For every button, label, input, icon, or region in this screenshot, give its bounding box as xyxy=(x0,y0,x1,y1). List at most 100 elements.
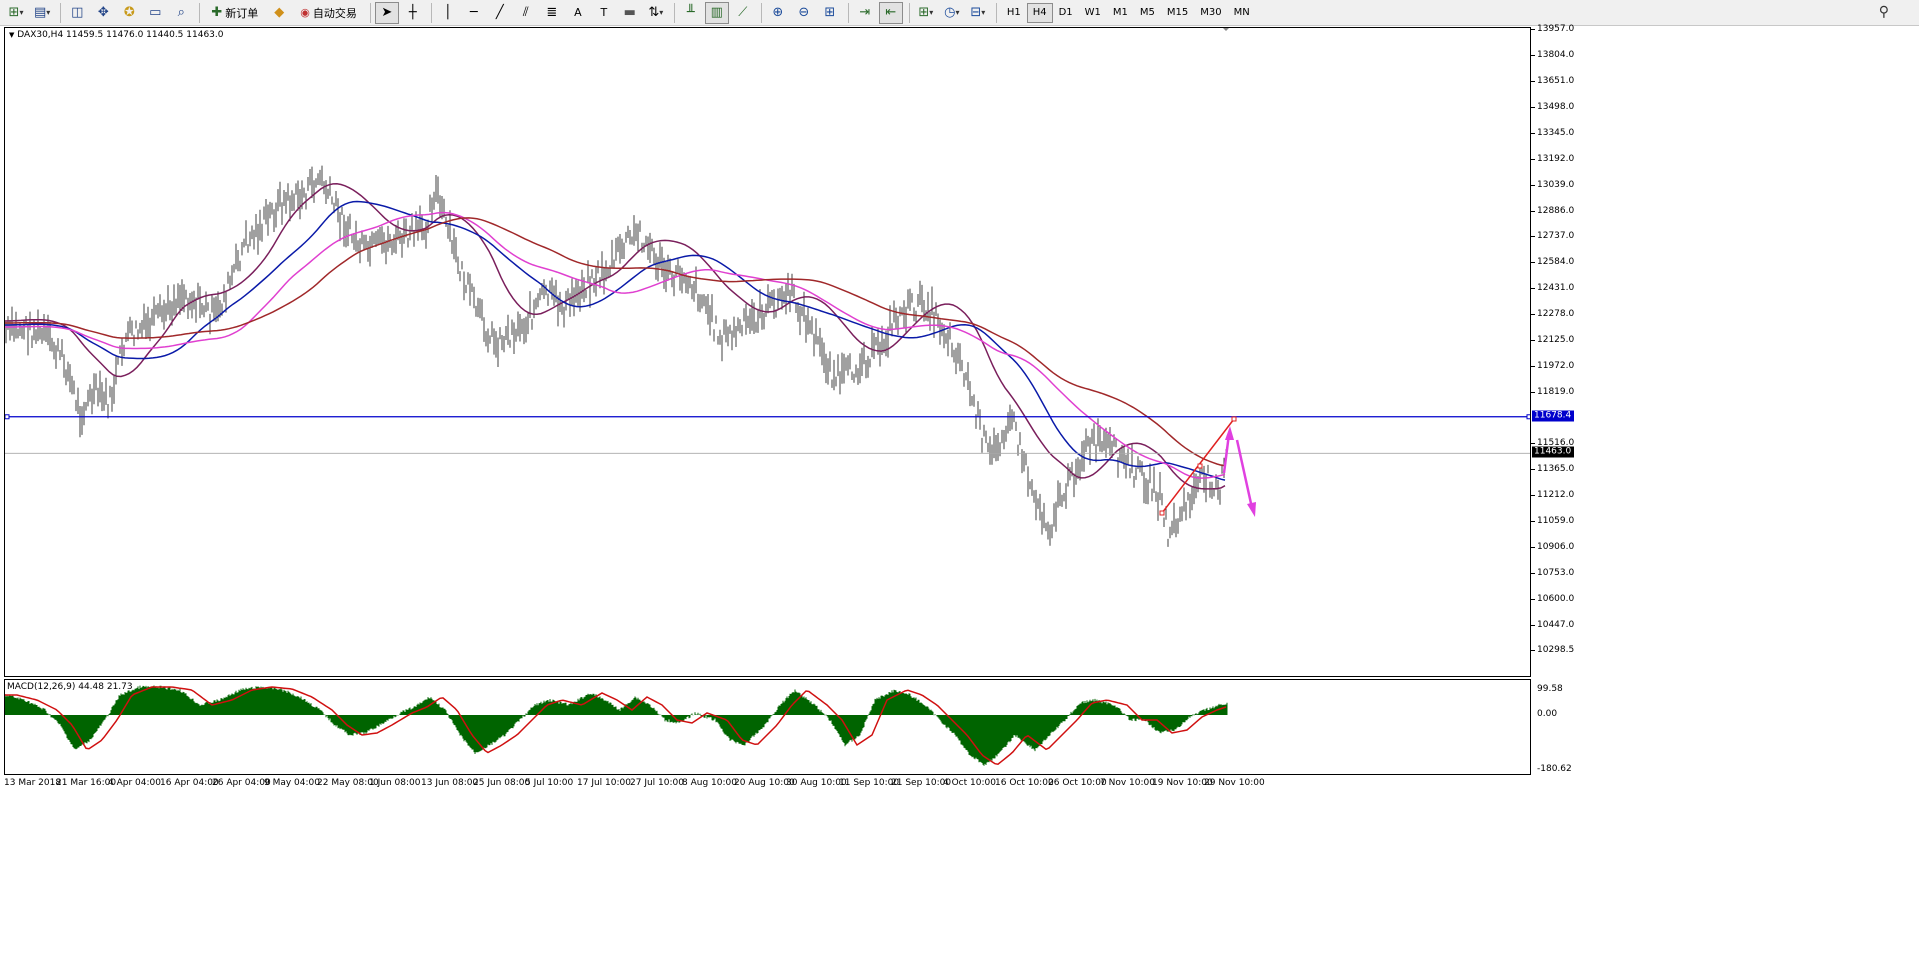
zoom-in-button[interactable]: ⊕ xyxy=(766,2,790,24)
trendline-handle-mid xyxy=(1197,463,1203,469)
dropdown-arrow-icon: ▾ xyxy=(981,8,986,17)
timeframe-h1[interactable]: H1 xyxy=(1001,3,1027,23)
dropdown-arrow-icon: ▾ xyxy=(46,8,51,17)
navigator-button[interactable]: ✪ xyxy=(117,2,141,24)
price-tick xyxy=(1531,184,1535,186)
crosshair-move-icon: ✥ xyxy=(97,5,109,20)
price-tick xyxy=(1531,468,1535,470)
text-button[interactable]: A xyxy=(566,2,590,24)
price-label: 11059.0 xyxy=(1537,515,1575,526)
hline-price-tag: 11678.4 xyxy=(1532,410,1574,422)
time-label: 4 Apr 04:00 xyxy=(108,778,161,788)
symbol-header: ▼ DAX30,H4 11459.5 11476.0 11440.5 11463… xyxy=(9,30,223,40)
timeframe-mn[interactable]: MN xyxy=(1228,3,1256,23)
moving-average-mid xyxy=(5,200,1226,481)
fibonacci-button[interactable]: ≣ xyxy=(540,2,564,24)
timeframe-w1[interactable]: W1 xyxy=(1079,3,1107,23)
price-tick xyxy=(1531,80,1535,82)
moving-average-slow xyxy=(5,211,1226,479)
templates-button[interactable]: ⊟ ▾ xyxy=(966,2,990,24)
time-label: 17 Jul 10:00 xyxy=(577,778,631,788)
arrows-button[interactable]: ⇅ ▾ xyxy=(644,2,668,24)
toolbar-separator xyxy=(908,2,910,23)
metaeditor-button[interactable]: ◆ xyxy=(267,2,291,24)
bar-chart-button[interactable]: ╨ xyxy=(679,2,703,24)
moving-average-fast xyxy=(5,183,1226,490)
chart-shift-button[interactable]: ⇤ xyxy=(878,1,903,24)
terminal-button[interactable]: ▭ xyxy=(143,2,167,24)
macd-header: MACD(12,26,9) 44.48 21.73 xyxy=(7,682,133,692)
new-chart-icon: ⊞ xyxy=(8,5,20,20)
new-order-button[interactable]: ✚ 新订单 xyxy=(204,2,265,24)
timeframe-h4[interactable]: H4 xyxy=(1026,2,1053,23)
candlestick-button[interactable]: ▥ xyxy=(704,1,729,24)
price-tick xyxy=(1531,288,1535,290)
price-chart[interactable]: ▼ DAX30,H4 11459.5 11476.0 11440.5 11463… xyxy=(4,27,1531,677)
time-label: 8 Aug 10:00 xyxy=(682,778,737,788)
market-watch-button[interactable]: ◫ xyxy=(65,2,89,24)
zoom-in-icon: ⊕ xyxy=(772,5,784,20)
indicators-button[interactable]: ⊞ ▾ xyxy=(914,2,938,24)
cursor-button[interactable]: ➤ xyxy=(374,1,399,24)
price-tick xyxy=(1531,262,1535,264)
crosshair-icon: ┼ xyxy=(408,5,417,20)
symbol-dropdown-icon[interactable]: ▼ xyxy=(9,31,14,39)
dropdown-arrow-icon: ▾ xyxy=(929,8,934,17)
editor-icon: ◆ xyxy=(274,5,285,20)
time-axis[interactable]: 13 Mar 2018 21 Mar 16:00 4 Apr 04:00 16 Apr… xyxy=(4,776,1531,794)
price-label: 10906.0 xyxy=(1537,541,1575,552)
profiles-button[interactable]: ▤ ▾ xyxy=(30,2,54,24)
line-chart-button[interactable]: ⟋ xyxy=(731,2,755,24)
timeframe-d1[interactable]: D1 xyxy=(1053,3,1079,23)
tile-windows-button[interactable]: ⊞ xyxy=(818,2,842,24)
vertical-line-button[interactable]: │ xyxy=(436,2,460,24)
price-tick xyxy=(1531,210,1535,212)
time-label: 1 Jun 08:00 xyxy=(369,778,421,788)
channel-button[interactable]: ⫽ xyxy=(514,2,538,24)
price-axis[interactable]: 13957.0 13804.0 13651.0 13498.0 13345.0 13192… xyxy=(1531,24,1919,677)
timeframe-m15[interactable]: M15 xyxy=(1161,3,1194,23)
toolbar-separator xyxy=(847,2,849,23)
price-label: 12125.0 xyxy=(1537,334,1575,345)
auto-trading-button[interactable]: ◉ 自动交易 xyxy=(293,2,364,24)
arrows-icon: ⇅ xyxy=(648,5,660,20)
shapes-button[interactable]: ▬ xyxy=(618,2,642,24)
price-tick xyxy=(1531,313,1535,315)
macd-pane[interactable]: MACD(12,26,9) 44.48 21.73 xyxy=(4,679,1531,775)
auto-scroll-button[interactable]: ⇥ xyxy=(853,2,877,24)
dropdown-arrow-icon: ▾ xyxy=(955,8,960,17)
price-tick xyxy=(1531,365,1535,367)
timeframe-m5[interactable]: M5 xyxy=(1134,3,1161,23)
price-tick xyxy=(1531,598,1535,600)
data-window-button[interactable]: ✥ xyxy=(91,2,115,24)
time-label: 25 Jun 08:00 xyxy=(473,778,531,788)
price-label: 11212.0 xyxy=(1537,489,1575,500)
periods-button[interactable]: ◷ ▾ xyxy=(940,2,964,24)
price-tick xyxy=(1531,494,1535,496)
crosshair-button[interactable]: ┼ xyxy=(401,2,425,24)
zoom-out-button[interactable]: ⊖ xyxy=(792,2,816,24)
price-tick xyxy=(1531,520,1535,522)
trendline-button[interactable]: ╱ xyxy=(488,2,512,24)
price-label: 11365.0 xyxy=(1537,463,1575,474)
price-label: 13039.0 xyxy=(1537,179,1575,190)
text-icon: A xyxy=(574,6,582,19)
new-chart-button[interactable]: ⊞ ▾ xyxy=(4,2,28,24)
dropdown-arrow-icon: ▾ xyxy=(19,8,24,17)
timeframe-m1[interactable]: M1 xyxy=(1107,3,1134,23)
time-label: 29 Nov 10:00 xyxy=(1204,778,1265,788)
price-label: 13804.0 xyxy=(1537,49,1575,60)
text-label-button[interactable]: T xyxy=(592,2,616,24)
price-tick xyxy=(1531,29,1535,30)
hline-handle-left xyxy=(5,414,10,420)
horizontal-line-button[interactable]: ─ xyxy=(462,2,486,24)
timeframe-m30[interactable]: M30 xyxy=(1194,3,1227,23)
toolbar-separator xyxy=(430,2,432,23)
current-price-tag: 11463.0 xyxy=(1532,446,1574,458)
auto-trading-label: 自动交易 xyxy=(312,6,357,20)
time-label: 16 Oct 10:00 xyxy=(995,778,1054,788)
search-icon[interactable]: ⚲ xyxy=(1879,4,1889,20)
time-label: 13 Mar 2018 xyxy=(4,778,62,788)
price-tick xyxy=(1531,650,1535,651)
strategy-tester-button[interactable]: ⌕ xyxy=(169,2,193,24)
